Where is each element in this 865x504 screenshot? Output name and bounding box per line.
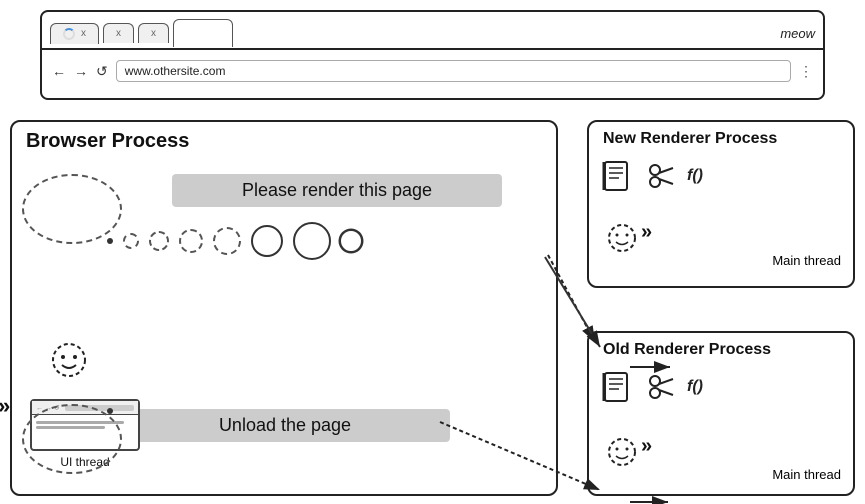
nav-reload-button[interactable]: ↺ <box>96 63 108 80</box>
tab-close-2[interactable]: x <box>116 28 121 39</box>
dot-2 <box>149 231 169 251</box>
old-tool-icon <box>645 371 677 403</box>
browser-tab-1[interactable]: x <box>50 23 99 44</box>
old-main-thread-label: Main thread <box>772 467 841 482</box>
dot-5 <box>251 225 283 257</box>
nav-back-button[interactable]: ← <box>52 63 66 79</box>
dot-1 <box>123 233 139 249</box>
dots-row <box>107 222 361 260</box>
dot-6 <box>293 222 331 260</box>
old-renderer-arrow-area: » <box>641 435 652 458</box>
url-text: www.othersite.com <box>125 64 226 78</box>
nav-more-button[interactable]: ⋮ <box>799 63 813 80</box>
new-renderer-title: New Renderer Process <box>589 122 853 156</box>
dot-3 <box>179 229 203 253</box>
old-notebook-icon <box>599 369 635 405</box>
tab-close-1[interactable]: x <box>81 28 86 39</box>
browser-brand-label: meow <box>780 26 815 41</box>
oval-loop-bottom <box>22 404 122 474</box>
left-chevrons: » <box>0 393 10 419</box>
browser-process-title: Browser Process <box>12 122 556 161</box>
new-main-thread-label: Main thread <box>772 253 841 268</box>
url-bar[interactable]: www.othersite.com <box>116 60 791 82</box>
old-renderer-smiley <box>604 434 640 470</box>
new-renderer-box: New Renderer Process f() <box>587 120 855 288</box>
smiley-face <box>48 339 90 381</box>
loading-spinner <box>63 28 75 40</box>
tool-icon <box>645 160 677 192</box>
dot-endpoint <box>341 231 361 251</box>
render-message-text: Please render this page <box>242 180 432 200</box>
dot-trigger-top <box>107 238 113 244</box>
notebook-icon <box>599 158 635 194</box>
unload-message-bubble: Unload the page <box>120 409 450 442</box>
diagram-area: Browser Process Please render this page … <box>0 112 865 504</box>
browser-chrome: x x x meow ← → ↺ www.othersite.com ⋮ <box>40 10 825 100</box>
renderer-smiley <box>604 220 640 256</box>
renderer-chevrons: » <box>641 221 652 244</box>
browser-tab-2[interactable]: x <box>103 23 134 43</box>
browser-nav-bar: ← → ↺ www.othersite.com ⋮ <box>42 50 823 92</box>
old-renderer-chevrons: » <box>641 435 652 457</box>
browser-tab-bar: x x x meow <box>42 12 823 50</box>
function-label: f() <box>687 167 703 185</box>
dots-row-bottom <box>107 408 113 414</box>
browser-process-box: Browser Process Please render this page … <box>10 120 558 496</box>
old-function-label: f() <box>687 378 703 396</box>
old-renderer-content: f() <box>599 369 703 405</box>
old-renderer-title: Old Renderer Process <box>589 333 853 367</box>
dot-4 <box>213 227 241 255</box>
browser-tab-3[interactable]: x <box>138 23 169 43</box>
dot-trigger-bottom <box>107 408 113 414</box>
chevron-icon-left: » <box>0 393 10 418</box>
renderer-arrow-area: » <box>641 221 652 244</box>
nav-forward-button[interactable]: → <box>74 63 88 79</box>
old-renderer-box: Old Renderer Process f() <box>587 331 855 496</box>
tab-close-3[interactable]: x <box>151 28 156 39</box>
render-message-bubble: Please render this page <box>172 174 502 207</box>
unload-message-text: Unload the page <box>219 415 351 435</box>
new-renderer-content: f() <box>599 158 703 194</box>
